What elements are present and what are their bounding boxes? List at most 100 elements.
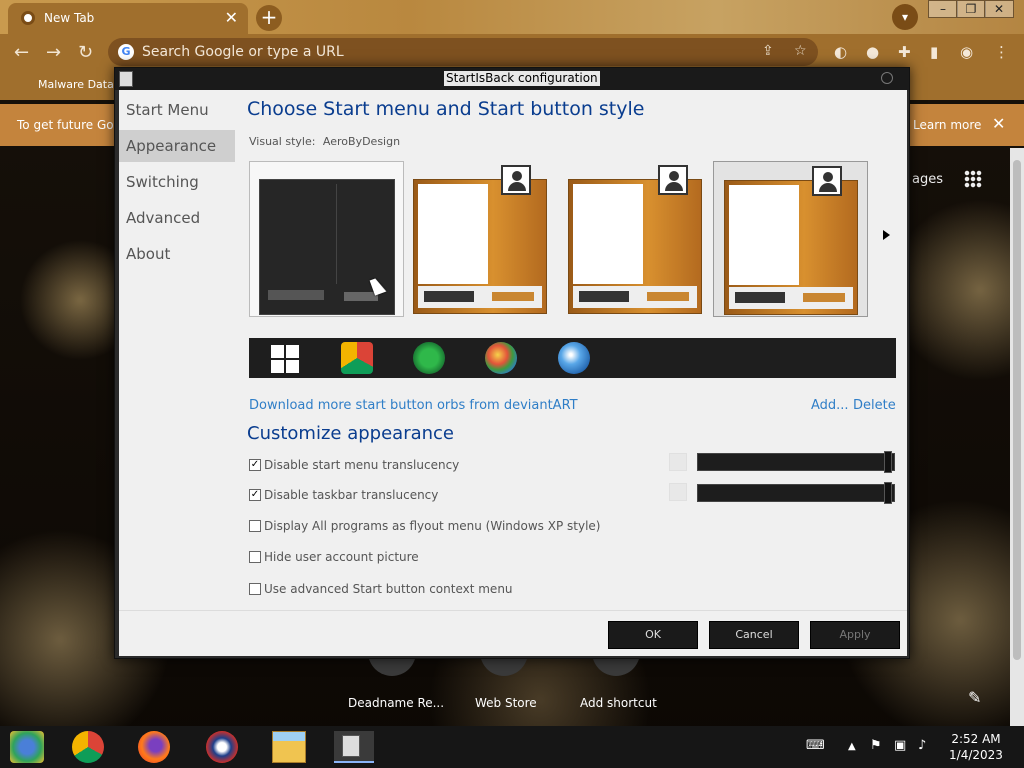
option-label: Use advanced Start button context menu [264, 582, 513, 596]
nav-start-menu[interactable]: Start Menu [119, 94, 235, 126]
dialog-close-icon[interactable] [881, 72, 893, 84]
info-bar-close-icon[interactable]: ✕ [992, 114, 1005, 133]
nav-advanced[interactable]: Advanced [119, 202, 235, 234]
clover-orb-icon[interactable] [413, 342, 445, 374]
opera-taskbar-icon[interactable] [206, 731, 238, 763]
tray-overflow-icon[interactable]: ▲ [848, 741, 856, 752]
checkbox[interactable] [249, 551, 261, 563]
chrome-icon [21, 11, 35, 25]
taskbar-color-swatch[interactable] [669, 483, 687, 501]
learn-more-link[interactable]: Learn more [913, 118, 981, 132]
tab-close-icon[interactable]: ✕ [225, 8, 238, 27]
file-explorer-taskbar-icon[interactable] [272, 731, 306, 763]
delete-orb-link[interactable]: Delete [853, 398, 896, 413]
google-apps-icon[interactable] [964, 170, 982, 188]
page-scrollbar[interactable] [1010, 148, 1024, 726]
nav-appearance[interactable]: Appearance [119, 130, 235, 162]
nav-about[interactable]: About [119, 238, 235, 270]
side-panel-icon[interactable]: ▮ [930, 43, 938, 61]
action-center-flag-icon[interactable]: ⚑ [870, 738, 882, 753]
start-menu-color-swatch[interactable] [669, 453, 687, 471]
checkbox[interactable]: ✓ [249, 459, 261, 471]
menu-kebab-icon[interactable]: ⋮ [994, 43, 1009, 61]
tab-title: New Tab [44, 11, 95, 25]
user-picture-icon [658, 165, 688, 195]
option-label: Disable taskbar translucency [264, 488, 439, 502]
windows-xp-orb-icon[interactable] [485, 342, 517, 374]
start-menu-opacity-slider[interactable] [697, 451, 895, 473]
system-clock[interactable]: 2:52 AM 1/4/2023 [938, 731, 1014, 763]
start-button-icon[interactable] [10, 731, 44, 763]
user-picture-icon [501, 165, 531, 195]
extension-avatar-icon[interactable]: ● [866, 43, 879, 61]
slider-handle[interactable] [884, 482, 892, 504]
style-thumbnail [413, 179, 547, 314]
new-tab-button[interactable]: + [256, 5, 282, 31]
shortcut-web-store[interactable]: Web Store [475, 696, 537, 710]
checkbox[interactable] [249, 520, 261, 532]
bookmark-item[interactable]: Malware Datab [38, 78, 121, 91]
tab-new-tab[interactable]: New Tab ✕ [8, 3, 248, 34]
omnibox[interactable]: G Search Google or type a URL ⇪ ☆ [108, 38, 818, 66]
visual-style-value: AeroByDesign [322, 135, 401, 148]
style-option-orange-3-selected[interactable] [713, 161, 868, 317]
dialog-titlebar[interactable]: StartIsBack configuration [115, 68, 909, 90]
windows-7-orb-icon[interactable] [558, 342, 590, 374]
keyboard-icon[interactable]: ⌨ [806, 738, 825, 753]
cancel-button[interactable]: Cancel [709, 621, 799, 649]
forward-icon[interactable]: → [46, 42, 61, 63]
taskbar: ⌨ ▲ ⚑ ▣ ♪ 2:52 AM 1/4/2023 [0, 726, 1024, 768]
windows-10-orb-icon[interactable] [271, 345, 299, 373]
shortcut-add[interactable]: Add shortcut [580, 696, 657, 710]
checkbox[interactable] [249, 583, 261, 595]
shortcut-deadname[interactable]: Deadname Re... [348, 696, 444, 710]
tab-search-icon[interactable]: ▾ [892, 4, 918, 30]
extension-flag-icon[interactable]: ◐ [834, 43, 847, 61]
share-icon[interactable]: ⇪ [762, 43, 774, 59]
checkbox[interactable]: ✓ [249, 489, 261, 501]
scrollbar-thumb[interactable] [1013, 160, 1021, 660]
style-option-dark[interactable] [249, 161, 404, 317]
customize-heading: Customize appearance [247, 423, 454, 444]
chrome-orb-icon[interactable] [341, 342, 373, 374]
minimize-icon[interactable]: – [928, 0, 958, 18]
option-label: Display All programs as flyout menu (Win… [264, 519, 601, 533]
extensions-puzzle-icon[interactable]: ✚ [898, 43, 911, 61]
taskbar-opacity-slider[interactable] [697, 482, 895, 504]
info-bar-message: To get future Go [17, 118, 114, 132]
ntp-images-link[interactable]: ages [912, 172, 943, 187]
apply-button[interactable]: Apply [810, 621, 900, 649]
ok-button[interactable]: OK [608, 621, 698, 649]
settings-nav: Start Menu Appearance Switching Advanced… [119, 90, 239, 610]
app-icon [119, 71, 133, 87]
option-label: Disable start menu translucency [264, 458, 460, 472]
volume-icon[interactable]: ♪ [918, 738, 926, 753]
bookmark-star-icon[interactable]: ☆ [794, 43, 807, 59]
download-orbs-link[interactable]: Download more start button orbs from dev… [249, 398, 578, 413]
user-picture-icon [812, 166, 842, 196]
style-option-orange-2[interactable] [568, 161, 723, 317]
next-styles-arrow-icon[interactable] [883, 230, 890, 240]
network-icon[interactable]: ▣ [894, 738, 906, 753]
firefox-taskbar-icon[interactable] [138, 731, 170, 763]
dialog-footer: OK Cancel Apply [119, 610, 907, 656]
startisback-taskbar-icon[interactable] [334, 731, 374, 763]
slider-handle[interactable] [884, 451, 892, 473]
style-option-orange-1[interactable] [413, 161, 568, 317]
window-close-icon[interactable]: ✕ [984, 0, 1014, 18]
add-orb-link[interactable]: Add... [811, 398, 849, 413]
visual-style: Visual style: AeroByDesign [249, 135, 400, 148]
style-heading: Choose Start menu and Start button style [247, 98, 645, 120]
reload-icon[interactable]: ↻ [78, 42, 93, 63]
clock-date: 1/4/2023 [949, 748, 1003, 762]
browser-toolbar: ← → ↻ G Search Google or type a URL ⇪ ☆ … [0, 34, 1024, 70]
visual-style-label: Visual style: [249, 135, 316, 148]
customize-pencil-icon[interactable]: ✎ [968, 688, 981, 707]
profile-icon[interactable]: ◉ [960, 43, 973, 61]
restore-icon[interactable]: ❐ [956, 0, 986, 18]
back-icon[interactable]: ← [14, 42, 29, 63]
dialog-body: Start Menu Appearance Switching Advanced… [119, 90, 907, 610]
chrome-taskbar-icon[interactable] [72, 731, 104, 763]
start-orb-strip [249, 338, 896, 378]
nav-switching[interactable]: Switching [119, 166, 235, 198]
